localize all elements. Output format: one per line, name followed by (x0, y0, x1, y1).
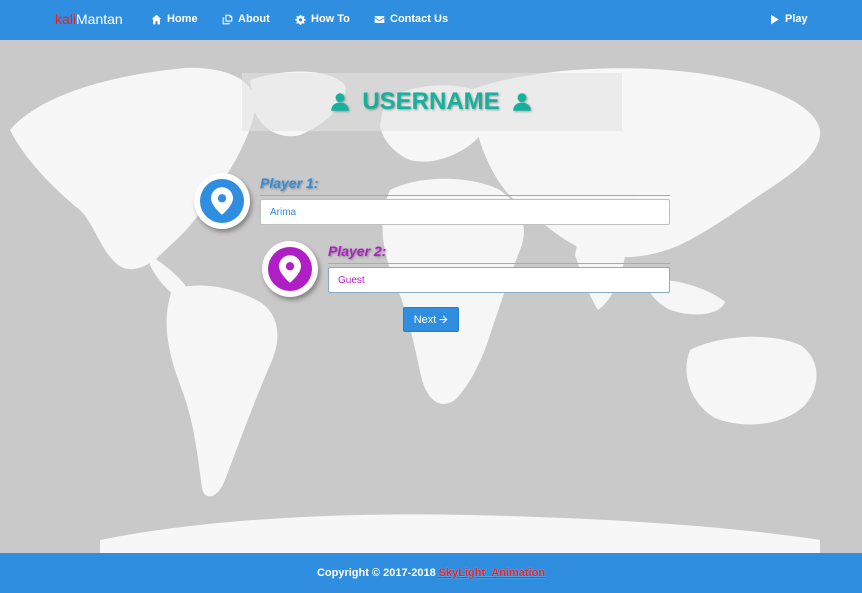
footer: Copyright © 2017-2018 SkyLight_Animation (0, 553, 862, 593)
player2-label: Player 2: (328, 243, 387, 259)
map-marker-icon (279, 255, 301, 283)
brand-accent: kali (55, 11, 77, 27)
player1-name-input[interactable] (260, 199, 670, 225)
player1-ring (200, 179, 244, 223)
gear-icon (295, 14, 306, 25)
user-icon (331, 93, 349, 111)
player1-label: Player 1: (260, 175, 319, 191)
footer-credit-link[interactable]: SkyLight_Animation (439, 567, 545, 579)
copyright-text: Copyright © 2017-2018 (316, 567, 436, 579)
play-icon (771, 14, 779, 24)
player2-name-input[interactable] (328, 267, 670, 293)
home-icon (151, 14, 162, 24)
nav-home[interactable]: Home (151, 13, 198, 25)
envelope-icon (374, 15, 385, 23)
copy-icon (222, 14, 233, 24)
nav-home-label: Home (167, 13, 198, 25)
nav-howto-label: How To (311, 13, 350, 25)
nav-play[interactable]: Play (769, 13, 808, 25)
page-title-text: USERNAME (362, 88, 500, 115)
nav-contact-label: Contact Us (390, 13, 449, 25)
brand-logo[interactable]: kaliMantan (55, 11, 123, 27)
nav-play-label: Play (785, 13, 808, 25)
next-button[interactable]: Next (403, 307, 459, 332)
nav-howto[interactable]: How To (295, 13, 350, 25)
navbar: kaliMantan Home About How To Contact Us … (0, 0, 862, 40)
player2-badge (262, 241, 318, 297)
nav-about-label: About (238, 13, 270, 25)
user-icon (513, 93, 531, 111)
player2-ring (268, 247, 312, 291)
player1-divider (260, 195, 670, 196)
brand-rest: Mantan (76, 11, 123, 27)
player2-divider (328, 263, 670, 264)
page-title: USERNAME (330, 87, 532, 117)
main-content: USERNAME Player 1: Player 2: Next (0, 40, 862, 553)
arrow-right-icon (439, 315, 448, 324)
nav-contact[interactable]: Contact Us (374, 13, 448, 25)
map-marker-icon (211, 187, 233, 215)
player1-badge (194, 173, 250, 229)
next-button-label: Next (413, 313, 437, 326)
nav-about[interactable]: About (222, 13, 270, 25)
